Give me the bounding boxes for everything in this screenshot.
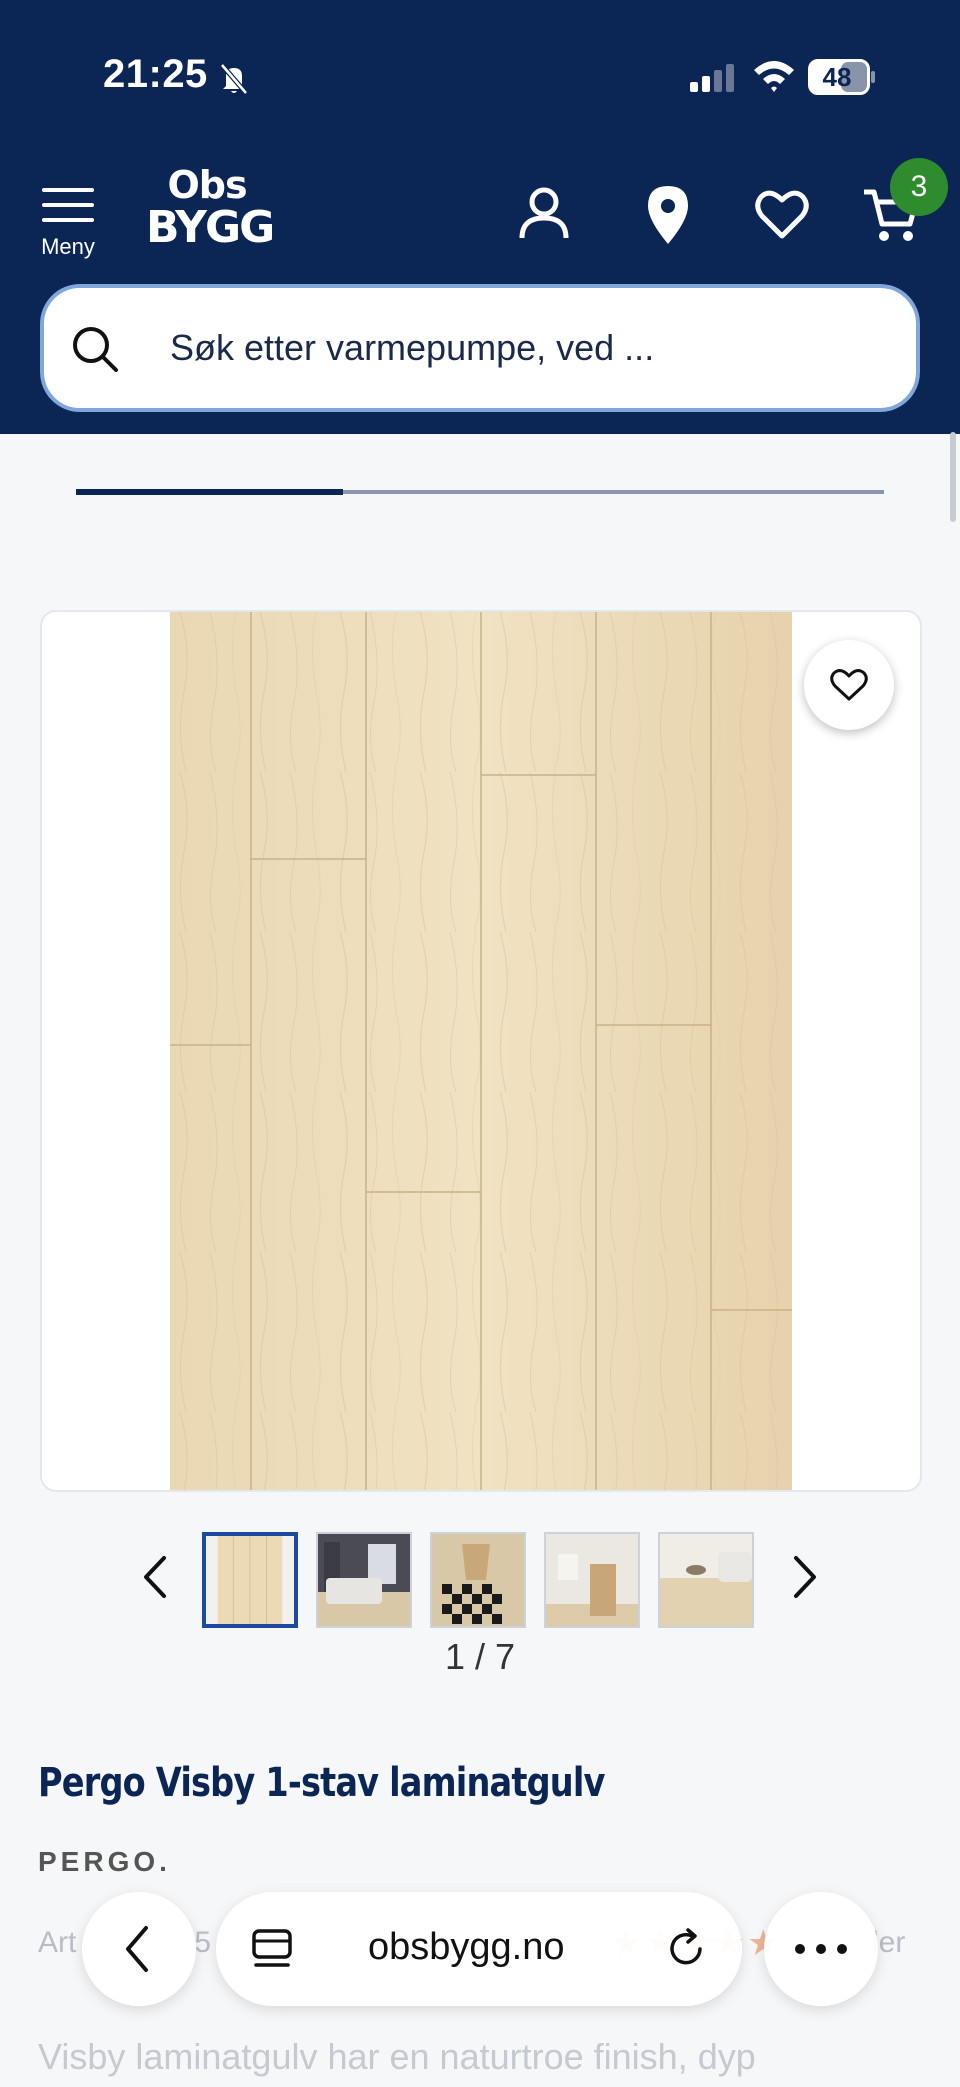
product-image-gallery[interactable] [40,610,922,1492]
product-main-image[interactable] [170,612,792,1492]
thumbnail-3[interactable] [430,1532,526,1628]
browser-address-bar[interactable]: obsbygg.no [216,1892,742,2006]
menu-label: Meny [41,234,95,259]
tabs-icon[interactable] [250,1927,294,1971]
location-pin-icon[interactable] [640,184,696,244]
thumbnail-2[interactable] [316,1532,412,1628]
chevron-right-icon[interactable] [784,1552,824,1602]
more-icon [795,1944,847,1954]
page-scrollbar[interactable] [950,432,956,522]
search-icon [73,327,118,372]
chevron-left-icon [126,1926,148,1972]
reload-icon[interactable] [664,1927,708,1971]
logo-line-1: Obs [167,163,247,207]
search-bar[interactable] [40,284,920,412]
gallery-progress-bar [76,489,884,495]
brand-name[interactable]: PERGO. [38,1846,171,1878]
cart-count-badge: 3 [890,158,948,216]
thumbnail-strip [0,1530,960,1628]
thumbnail-1[interactable] [202,1532,298,1628]
browser-url: obsbygg.no [368,1926,565,1968]
article-prefix: Art [38,1926,77,1959]
wifi-icon [754,61,794,92]
bell-slash-icon [220,63,248,95]
thumbnail-floor-image [206,1536,294,1624]
site-header: 21:25 48 Meny Obs BYGG 3 Søk etter varme… [0,0,960,434]
status-time: 21:25 [103,52,208,96]
chevron-left-icon[interactable] [136,1552,176,1602]
add-to-favorites-button[interactable] [804,640,894,730]
thumbnail-hallway-image [546,1534,638,1626]
product-description: Visby laminatgulv har en naturtroe finis… [38,2036,756,2077]
product-title: Pergo Visby 1-stav laminatgulv [38,1760,605,1806]
search-input[interactable] [170,288,890,408]
thumbnail-4[interactable] [544,1532,640,1628]
account-icon[interactable] [516,184,572,244]
signal-icon [690,64,734,92]
menu-button[interactable]: Meny [32,180,104,264]
menu-icon [42,188,94,222]
thumbnail-livingroom-image [660,1534,752,1626]
battery-level: 48 [822,62,852,92]
browser-more-button[interactable] [764,1892,878,2006]
article-partial: 5 [194,1926,212,1959]
heart-outline-icon [830,669,868,701]
logo-line-2: BYGG [146,202,275,253]
obs-bygg-logo[interactable]: Obs BYGG [146,163,275,262]
thumbnail-bedroom-image [318,1534,410,1626]
browser-back-button[interactable] [82,1892,196,2006]
gallery-progress-fill [76,489,343,495]
thumbnail-5[interactable] [658,1532,754,1628]
image-counter: 1 / 7 [444,1636,516,1677]
heart-icon[interactable] [754,184,810,244]
thumbnail-chair-image [432,1534,524,1626]
